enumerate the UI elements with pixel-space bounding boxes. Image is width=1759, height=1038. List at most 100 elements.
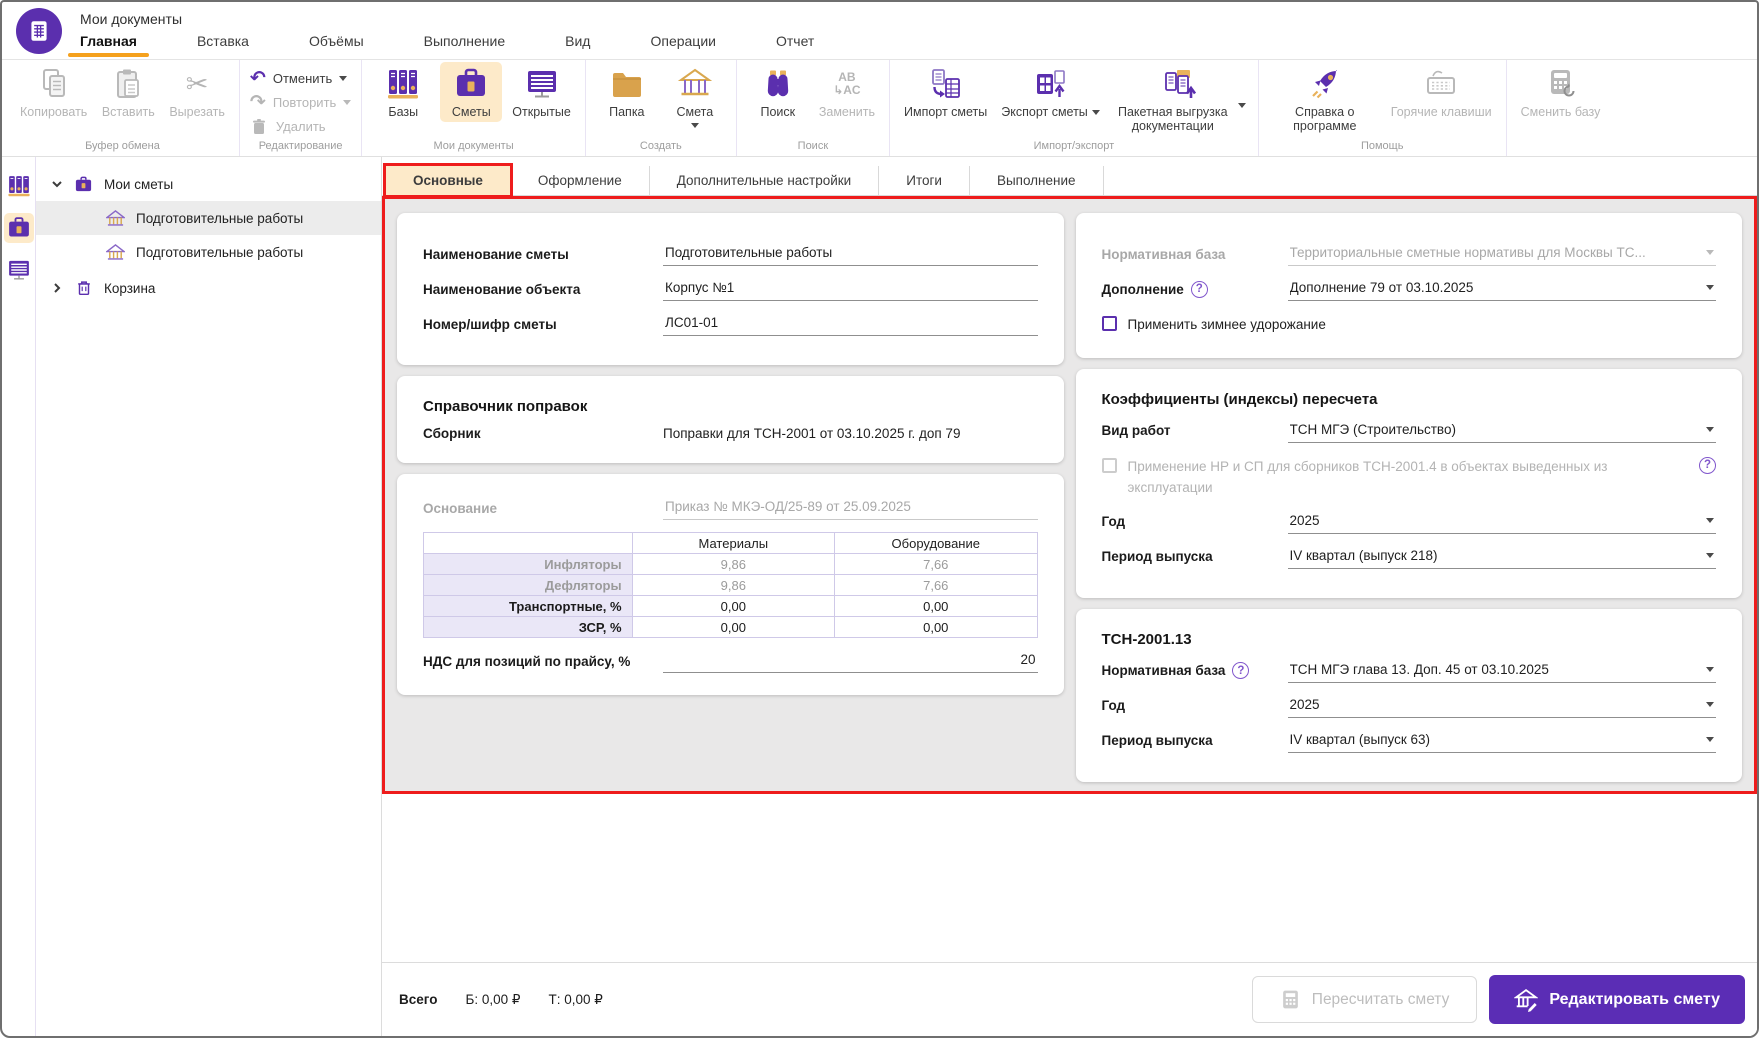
recalculate-button[interactable]: Пересчитать смету (1251, 976, 1478, 1023)
trash-icon (74, 279, 93, 298)
ribbon-tab-obyomy[interactable]: Объёмы (303, 30, 370, 57)
create-folder-button[interactable]: Папка (596, 62, 658, 122)
strip-bases-button[interactable] (4, 171, 34, 201)
undo-dropdown-icon[interactable] (339, 76, 348, 81)
calculator-icon (1282, 990, 1298, 1009)
basis-card: Основание Приказ № МКЭ-ОД/25-89 от 25.09… (397, 474, 1064, 695)
redo-dropdown-icon[interactable] (343, 100, 352, 105)
group-label-clipboard: Буфер обмена (85, 140, 160, 152)
batch-export-button[interactable]: Пакетная выгрузка документации (1110, 62, 1248, 136)
folder-icon (610, 67, 644, 101)
group-my-documents: Базы Сметы Открытые Мои документы (361, 60, 585, 156)
cut-button[interactable]: ✂ Вырезать (165, 62, 229, 122)
group-clipboard: Копировать Вставить ✂ Вырезать Буфер обм… (6, 60, 239, 156)
strip-opened-button[interactable] (4, 255, 34, 285)
tsn13-base-select[interactable]: ТСН МГЭ глава 13. Доп. 45 от 03.10.2025 (1287, 659, 1716, 683)
batch-export-dropdown-icon[interactable] (1237, 102, 1246, 108)
corrections-card: Справочник поправок Сборник Поправки для… (397, 376, 1064, 463)
export-estimate-button[interactable]: Экспорт сметы (997, 62, 1104, 122)
replace-button[interactable]: AB ↳AC Заменить (815, 62, 879, 122)
titlebar: Мои документы Главная Вставка Объёмы Вып… (2, 2, 1757, 59)
year-select[interactable]: 2025 (1287, 510, 1716, 534)
tsn13-period-select[interactable]: IV квартал (выпуск 63) (1287, 729, 1716, 753)
hotkeys-button[interactable]: Горячие клавиши (1387, 62, 1496, 122)
window-title: Мои документы (80, 11, 183, 27)
group-label-change-base (1517, 151, 1605, 156)
basis-input: Приказ № МКЭ-ОД/25-89 от 25.09.2025 (663, 496, 1038, 520)
tab-oformlenie[interactable]: Оформление (511, 166, 650, 195)
create-estimate-button[interactable]: Смета (664, 62, 726, 131)
estimate-house-icon (106, 209, 125, 228)
work-type-label: Вид работ (1101, 423, 1171, 439)
period-select[interactable]: IV квартал (выпуск 218) (1287, 545, 1716, 569)
nr-sp-label: Применение НР и СП для сборников ТСН-200… (1127, 458, 1608, 495)
undo-icon: ↶ (249, 68, 266, 89)
content-empty-space (382, 794, 1757, 962)
estimate-house-icon (106, 243, 125, 262)
estimates-button[interactable]: Сметы (440, 62, 503, 122)
binoculars-icon (761, 67, 795, 101)
opened-button[interactable]: Открытые (508, 62, 575, 122)
tree-item-trash[interactable]: Корзина (36, 271, 381, 305)
group-import-export: Импорт сметы Экспорт сметы Пакетная выгр… (888, 60, 1258, 156)
edit-estimate-button[interactable]: Редактировать смету (1489, 975, 1745, 1024)
delete-button[interactable]: Удалить (250, 116, 351, 137)
ribbon-tab-otchet[interactable]: Отчет (770, 30, 820, 57)
copy-icon (37, 67, 71, 101)
change-base-button[interactable]: Сменить базу (1517, 62, 1605, 122)
estimate-number-input[interactable]: ЛС01-01 (663, 312, 1038, 336)
estimate-name-input[interactable]: Подготовительные работы (663, 242, 1038, 266)
table-row: ЗСР, % 0,00 0,00 (423, 616, 1038, 638)
vat-input[interactable]: 20 (663, 649, 1038, 673)
tab-vypolnenie[interactable]: Выполнение (970, 166, 1104, 195)
create-estimate-dropdown-icon[interactable] (690, 123, 699, 128)
group-label-import-export: Импорт/экспорт (1033, 140, 1115, 152)
copy-button[interactable]: Копировать (16, 62, 91, 122)
supplement-select[interactable]: Дополнение 79 от 03.10.2025 (1287, 277, 1716, 301)
ribbon-tab-vypolnenie[interactable]: Выполнение (418, 30, 511, 57)
tree-item-estimate-2[interactable]: Подготовительные работы (36, 235, 381, 269)
tab-dop-nastroyki[interactable]: Дополнительные настройки (650, 166, 880, 195)
nr-sp-row: Применение НР и СП для сборников ТСН-200… (1101, 456, 1716, 499)
import-estimate-button[interactable]: Импорт сметы (900, 62, 991, 122)
search-button[interactable]: Поиск (747, 62, 809, 122)
ribbon: Копировать Вставить ✂ Вырезать Буфер обм… (2, 59, 1757, 157)
app-logo-icon (16, 8, 62, 54)
tab-osnovnye[interactable]: Основные (383, 163, 513, 198)
about-button[interactable]: Справка о программе (1269, 62, 1381, 136)
group-help: Справка о программе Горячие клавиши Помо… (1257, 60, 1506, 156)
vat-label: НДС для позиций по прайсу, % (423, 653, 631, 669)
table-row: Дефляторы 9,86 7,66 (423, 574, 1038, 596)
bases-button[interactable]: Базы (372, 62, 434, 122)
left-icon-strip (2, 157, 36, 1036)
strip-estimates-button[interactable] (3, 213, 34, 243)
table-row: Транспортные, % 0,00 0,00 (423, 595, 1038, 617)
tab-itogi[interactable]: Итоги (879, 166, 970, 195)
paste-button[interactable]: Вставить (97, 62, 159, 122)
redo-button[interactable]: ↷ Повторить (250, 92, 352, 113)
object-name-input[interactable]: Корпус №1 (663, 277, 1038, 301)
object-name-label: Наименование объекта (423, 281, 581, 297)
estimate-house-icon (677, 67, 712, 101)
undo-button[interactable]: ↶ Отменить (250, 68, 351, 89)
ribbon-tab-vstavka[interactable]: Вставка (191, 30, 255, 57)
work-type-select[interactable]: ТСН МГЭ (Строительство) (1287, 419, 1716, 443)
nr-sp-help-icon[interactable]: ? (1699, 456, 1716, 474)
supplement-help-icon[interactable]: ? (1190, 280, 1208, 298)
chevron-right-icon (54, 283, 61, 293)
winter-surcharge-checkbox[interactable] (1101, 316, 1117, 331)
collection-label: Сборник (423, 426, 481, 441)
ribbon-tab-operacii[interactable]: Операции (644, 30, 722, 57)
tree-item-my-estimates[interactable]: Мои сметы (36, 167, 381, 201)
estimates-tree: Мои сметы Подготовительные работы Подгот… (36, 157, 382, 1036)
group-create: Папка Смета Создать (584, 60, 736, 156)
ribbon-tab-glavnaya[interactable]: Главная (68, 30, 149, 57)
col-materials: Материалы (631, 532, 836, 554)
tsn13-year-select[interactable]: 2025 (1287, 694, 1716, 718)
tsn13-base-help-icon[interactable]: ? (1232, 662, 1250, 680)
import-icon (929, 67, 963, 101)
table-row: Инфляторы 9,86 7,66 (423, 553, 1038, 575)
export-dropdown-icon[interactable] (1091, 109, 1100, 115)
tree-item-estimate-1[interactable]: Подготовительные работы (36, 201, 381, 235)
ribbon-tab-vid[interactable]: Вид (559, 30, 596, 57)
